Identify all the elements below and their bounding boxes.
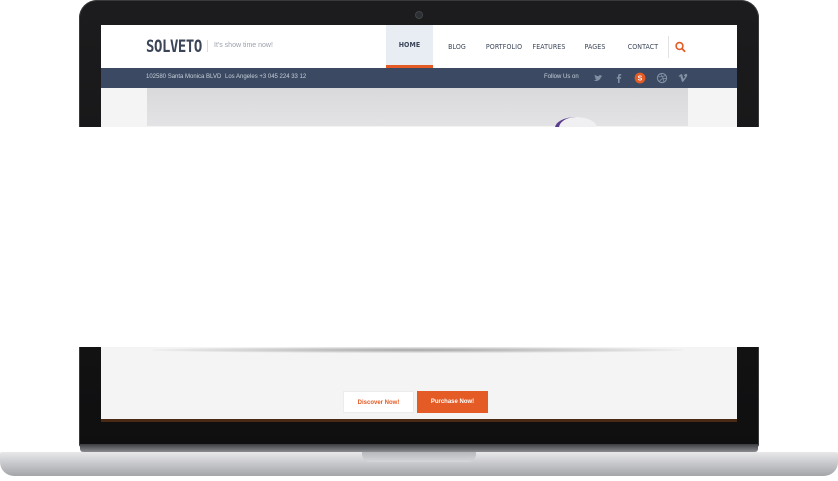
address-text: 102580 Santa Monica BLVD — [146, 74, 222, 80]
purchase-button[interactable]: Purchase Now! — [417, 391, 488, 413]
screen-bottom-edge — [101, 419, 737, 422]
skype-icon[interactable]: S — [634, 72, 646, 84]
site-header: SOLVETO It's show time now! HOME BLOG PO… — [101, 25, 737, 68]
nav-pages[interactable]: PAGES — [571, 25, 619, 68]
nav-contact[interactable]: CONTACT — [619, 25, 667, 68]
vimeo-icon[interactable] — [677, 72, 689, 84]
twitter-icon[interactable] — [592, 72, 604, 84]
nav-home[interactable]: HOME — [386, 25, 433, 68]
nav-blog[interactable]: BLOG — [433, 25, 481, 68]
top-info-bar: 102580 Santa Monica BLVD Los Angeles +3 … — [101, 68, 737, 88]
facebook-icon[interactable] — [613, 72, 625, 84]
search-icon — [675, 41, 686, 53]
nav-features[interactable]: FEATURES — [527, 25, 571, 68]
slider-shadow — [153, 347, 683, 353]
phone-text: Los Angeles +3 045 224 33 12 — [225, 74, 307, 80]
site-tagline: It's show time now! — [207, 40, 273, 52]
hero-image — [147, 88, 688, 126]
laptop-hinge — [80, 444, 758, 452]
camera-icon — [416, 12, 422, 18]
blank-overlay — [0, 127, 838, 347]
nav-portfolio[interactable]: PORTFOLIO — [481, 25, 527, 68]
follow-label: Follow Us on — [544, 74, 579, 80]
main-nav: HOME BLOG PORTFOLIO FEATURES PAGES CONTA… — [386, 25, 667, 68]
search-button[interactable] — [668, 36, 691, 58]
svg-text:S: S — [638, 75, 643, 82]
dribbble-icon[interactable] — [656, 72, 668, 84]
laptop-base-notch — [362, 452, 476, 462]
site-logo[interactable]: SOLVETO — [146, 37, 202, 57]
discover-button[interactable]: Discover Now! — [343, 391, 414, 413]
